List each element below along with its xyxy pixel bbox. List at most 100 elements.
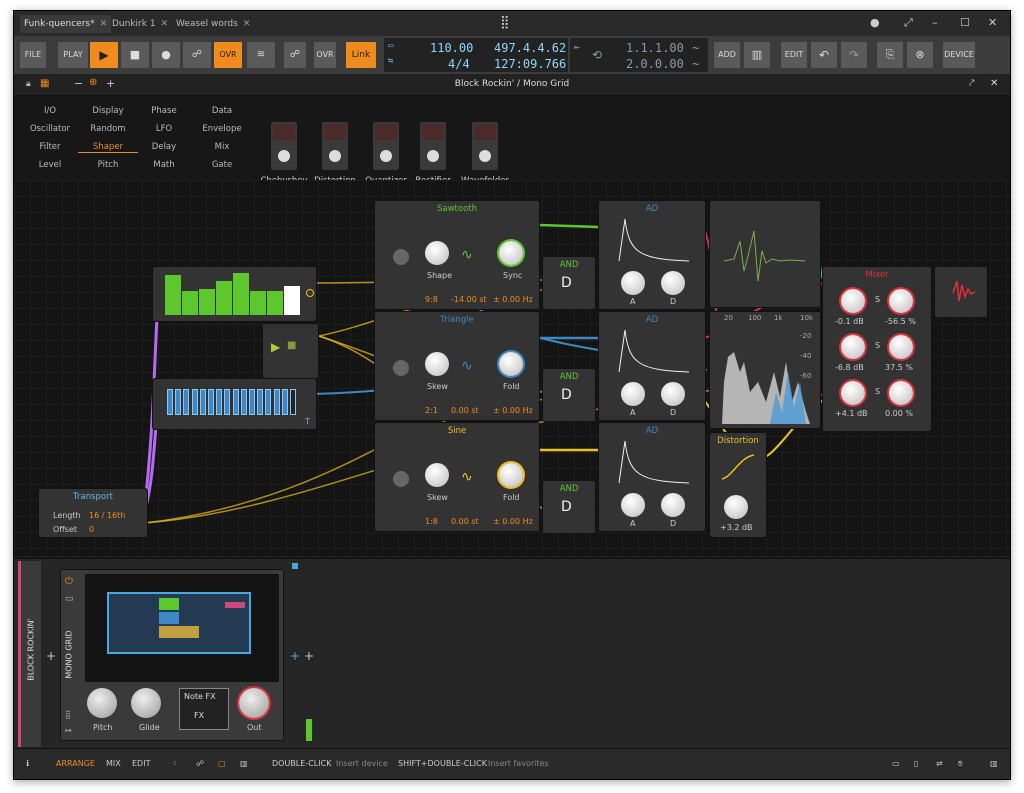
loop-sync-icon[interactable]: ⇆ xyxy=(388,56,393,66)
play-menu-button[interactable]: PLAY xyxy=(58,42,88,68)
close-window-icon[interactable]: ✕ xyxy=(988,15,997,31)
fine-hz-value[interactable]: ± 0.00 Hz xyxy=(493,295,533,304)
gate-step[interactable] xyxy=(257,389,264,415)
category-io[interactable]: I/O xyxy=(20,106,80,116)
cable-green[interactable] xyxy=(538,223,600,229)
mono-grid-device[interactable]: ⏻ ▭ MONO GRID ⣿ ↦ Pitch Glide Note FX FX… xyxy=(60,569,284,741)
pan-value[interactable]: 0.00 % xyxy=(885,409,913,418)
semitone-value[interactable]: 0.00 st xyxy=(451,406,479,415)
redo-icon[interactable]: ↷ xyxy=(841,42,867,68)
position-bars-field[interactable]: 497.4.4.62 xyxy=(494,41,566,55)
category-level[interactable]: Level xyxy=(20,160,80,170)
ad-envelope-module[interactable]: AD A D xyxy=(598,311,706,421)
browser-icon[interactable]: ▭ xyxy=(892,759,900,768)
play-icon[interactable]: ▶ xyxy=(90,42,118,68)
level-value[interactable]: -6.8 dB xyxy=(835,363,864,372)
note-fx-slot[interactable]: Note FX xyxy=(184,692,216,701)
step-bar[interactable] xyxy=(284,286,300,315)
saw-oscillator-module[interactable]: Sawtooth Shape Sync 9:8 -14.00 st ± 0.00 Hz ∿ xyxy=(374,200,540,310)
output-port[interactable] xyxy=(306,289,314,297)
grid-preview[interactable] xyxy=(85,574,279,682)
mixer-module[interactable]: Mixer S -0.1 dB -56.5 % S -6.8 dB 37.5 % S +4.1… xyxy=(822,266,932,432)
drive-value[interactable]: +3.2 dB xyxy=(720,523,753,532)
step-bar[interactable] xyxy=(267,290,283,315)
gate-step[interactable] xyxy=(290,389,296,415)
ad-envelope-module[interactable]: AD A D xyxy=(598,422,706,532)
solo-label[interactable]: S xyxy=(875,341,880,350)
tri-oscillator-module[interactable]: Triangle Skew Fold 2:1 0.00 st ± 0.00 Hz ∿ xyxy=(374,311,540,421)
edit-view-button[interactable]: EDIT xyxy=(132,759,150,768)
category-display[interactable]: Display xyxy=(78,106,138,116)
pitch-knob[interactable] xyxy=(393,360,409,376)
tri-mod-knob[interactable] xyxy=(499,352,523,376)
metronome-icon[interactable]: ▭ xyxy=(388,41,393,51)
gate-step[interactable] xyxy=(265,389,272,415)
hand-icon[interactable]: ✋︎ xyxy=(958,759,963,769)
category-mix[interactable]: Mix xyxy=(192,142,252,152)
device-button[interactable]: DEVICE xyxy=(943,42,975,68)
category-shaper[interactable]: Shaper xyxy=(78,142,138,153)
track-strip[interactable]: BLOCK ROCKIN' xyxy=(18,561,41,747)
close-icon[interactable]: ✕ xyxy=(243,19,251,29)
sine-mod-knob[interactable] xyxy=(499,463,523,487)
step-sequencer-module[interactable] xyxy=(152,266,317,322)
category-lfo[interactable]: LFO xyxy=(134,124,194,134)
popout-icon[interactable]: ⤤ xyxy=(969,78,975,89)
fine-hz-value[interactable]: ± 0.00 Hz xyxy=(493,406,533,415)
pan-value[interactable]: -56.5 % xyxy=(885,317,916,326)
automation-write-icon[interactable]: ☍ xyxy=(183,42,211,68)
offset-value[interactable]: 0 xyxy=(89,525,94,534)
maximize-icon[interactable]: ☐ xyxy=(960,15,970,31)
semitone-value[interactable]: 0.00 st xyxy=(451,517,479,526)
stop-trigger-icon[interactable]: ■ xyxy=(287,340,296,351)
play-trigger-icon[interactable]: ▶ xyxy=(271,340,280,354)
tab-project-3[interactable]: Weasel words ✕ xyxy=(172,15,254,33)
loop-start-field[interactable]: 1.1.1.00 xyxy=(626,41,684,55)
power-icon[interactable]: ⏻ xyxy=(65,576,73,587)
audio-output-module[interactable] xyxy=(934,266,988,318)
gate-step[interactable] xyxy=(273,389,280,415)
distortion-module[interactable]: Distortion +3.2 dB xyxy=(709,432,767,538)
gate-step[interactable] xyxy=(183,389,190,415)
category-phase[interactable]: Phase xyxy=(134,106,194,116)
patch-grid[interactable]: ▶ ■ T Transport Length 16 / 16th Offset … xyxy=(14,180,1010,556)
category-oscillator[interactable]: Oscillator xyxy=(20,124,80,134)
launcher-overdub-button[interactable]: OVR xyxy=(314,42,336,68)
attack-knob[interactable] xyxy=(621,382,645,406)
solo-label[interactable]: S xyxy=(875,295,880,304)
trigger-module[interactable]: ▶ ■ xyxy=(262,323,319,379)
add-fx-icon[interactable]: + xyxy=(290,649,300,663)
decay-knob[interactable] xyxy=(661,493,685,517)
attack-knob[interactable] xyxy=(621,493,645,517)
gate-sequencer-module[interactable]: T xyxy=(152,378,317,430)
tab-project-2[interactable]: Dunkirk 1 ✕ xyxy=(108,15,172,33)
device-panel-icon[interactable]: ▢ xyxy=(218,759,226,768)
shaper-module-chebyshev[interactable] xyxy=(271,122,297,170)
close-panel-icon[interactable]: ✕ xyxy=(990,78,998,89)
edit-button[interactable]: EDIT xyxy=(781,42,807,68)
io-icon[interactable]: ↦ xyxy=(65,726,72,735)
pitch-knob[interactable] xyxy=(87,688,117,718)
ratio-value[interactable]: 9:8 xyxy=(425,295,438,304)
ratio-value[interactable]: 2:1 xyxy=(425,406,438,415)
close-icon[interactable]: ✕ xyxy=(161,19,169,29)
sine-oscillator-module[interactable]: Sine Skew Fold 1:8 0.00 st ± 0.00 Hz ∿ xyxy=(374,422,540,532)
category-envelope[interactable]: Envelope xyxy=(192,124,252,134)
step-bars[interactable] xyxy=(165,271,301,315)
attack-knob[interactable] xyxy=(621,271,645,295)
step-bar[interactable] xyxy=(182,290,198,315)
tri-shape-knob[interactable] xyxy=(425,352,449,376)
file-button[interactable]: FILE xyxy=(20,42,46,68)
category-pitch[interactable]: Pitch xyxy=(78,160,138,170)
piano-icon[interactable]: ▥ xyxy=(744,42,770,68)
shaper-module-distortion[interactable] xyxy=(322,122,348,170)
out-knob[interactable] xyxy=(239,688,269,718)
gate-step[interactable] xyxy=(240,389,247,415)
and-gate-module[interactable]: AND D xyxy=(542,256,596,310)
mixer-panel-icon[interactable]: ▥ xyxy=(240,759,248,768)
file-icon[interactable]: ▯ xyxy=(914,759,918,768)
channel-pan-knob[interactable] xyxy=(889,289,913,313)
cable-yellow[interactable] xyxy=(143,449,375,524)
step-bar[interactable] xyxy=(165,275,181,315)
inspector-icon[interactable]: ⇌ xyxy=(936,759,943,768)
